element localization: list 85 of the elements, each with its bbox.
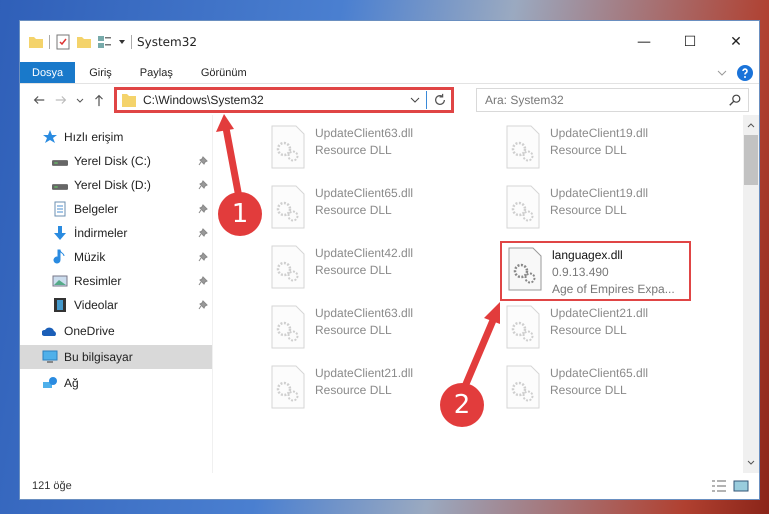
file-name: UpdateClient42.dll xyxy=(315,245,414,262)
sidebar-item[interactable]: Resimler xyxy=(20,269,212,293)
file-detail: Age of Empires Expa... xyxy=(552,281,675,298)
ribbon-tab[interactable]: Dosya xyxy=(20,62,76,83)
drive-icon xyxy=(52,160,68,166)
file-name: UpdateClient63.dll xyxy=(315,125,414,142)
ribbon-tab[interactable]: Görünüm xyxy=(186,62,261,83)
gear-file-icon xyxy=(271,365,305,409)
help-icon[interactable] xyxy=(737,64,753,80)
dropdown-caret-icon[interactable] xyxy=(118,38,126,46)
gear-file-icon xyxy=(271,185,305,229)
file-name: languagex.dll xyxy=(552,247,624,264)
pin-icon[interactable] xyxy=(198,180,208,190)
sidebar-item[interactable]: Videolar xyxy=(20,293,212,317)
file-name: UpdateClient21.dll xyxy=(315,365,414,382)
file-name: UpdateClient63.dll xyxy=(315,305,414,322)
folder-icon xyxy=(121,92,137,108)
file-detail: Resource DLL xyxy=(315,262,393,279)
file-name: UpdateClient19.dll xyxy=(550,125,648,142)
file-detail: Resource DLL xyxy=(550,382,628,399)
file-name: UpdateClient21.dll xyxy=(550,305,648,322)
scroll-down-icon[interactable] xyxy=(747,459,755,467)
sidebar-item[interactable]: Yerel Disk (D:) xyxy=(20,173,212,197)
gear-file-icon xyxy=(506,305,540,349)
gear-file-icon xyxy=(271,125,305,169)
window-title: System32 xyxy=(137,34,198,48)
gear-file-icon xyxy=(506,185,540,229)
ribbon-tab[interactable]: Paylaş xyxy=(126,62,187,83)
minimize-button[interactable]: — xyxy=(621,21,667,62)
sidebar-item[interactable]: Belgeler xyxy=(20,197,212,221)
pin-icon[interactable] xyxy=(198,228,208,238)
sidebar-item[interactable]: Bu bilgisayar xyxy=(20,345,212,369)
pin-icon[interactable] xyxy=(198,252,208,262)
search-icon[interactable] xyxy=(728,92,742,106)
gear-file-icon xyxy=(508,247,542,291)
star-icon xyxy=(42,129,58,145)
gear-file-icon xyxy=(506,365,540,409)
gear-file-icon xyxy=(506,125,540,169)
scrollbar-thumb[interactable] xyxy=(744,135,758,185)
file-detail: Resource DLL xyxy=(315,382,393,399)
file-detail: 0.9.13.490 xyxy=(552,264,610,281)
pin-icon[interactable] xyxy=(198,276,208,286)
close-button[interactable]: ✕ xyxy=(713,21,759,62)
file-name: UpdateClient65.dll xyxy=(315,185,414,202)
file-detail: Resource DLL xyxy=(550,322,628,339)
computer-icon xyxy=(42,349,58,365)
pin-icon[interactable] xyxy=(198,156,208,166)
sidebar-item[interactable]: OneDrive xyxy=(20,319,212,343)
pin-icon[interactable] xyxy=(198,300,208,310)
scroll-up-icon[interactable] xyxy=(747,121,755,129)
file-detail: Resource DLL xyxy=(315,322,393,339)
file-detail: Resource DLL xyxy=(315,142,393,159)
file-detail: Resource DLL xyxy=(550,142,628,159)
pin-icon[interactable] xyxy=(198,204,208,214)
picture-icon xyxy=(52,273,68,289)
sidebar-item[interactable]: Yerel Disk (C:) xyxy=(20,149,212,173)
file-name: UpdateClient65.dll xyxy=(550,365,648,382)
sidebar-item[interactable]: Müzik xyxy=(20,245,212,269)
up-arrow-icon[interactable] xyxy=(92,92,106,106)
gear-file-icon xyxy=(271,245,305,289)
recent-caret-icon[interactable] xyxy=(76,96,84,104)
tiles-view-icon[interactable] xyxy=(733,478,749,494)
drive-icon xyxy=(52,184,68,190)
file-detail: Resource DLL xyxy=(550,202,628,219)
sidebar-item[interactable]: Hızlı erişim xyxy=(20,125,212,149)
ribbon-tab[interactable]: Giriş xyxy=(75,62,126,83)
gear-file-icon xyxy=(271,305,305,349)
sidebar-item[interactable]: Ağ xyxy=(20,371,212,395)
search-box[interactable]: Ara: System32 xyxy=(476,88,749,112)
view-list-icon[interactable] xyxy=(97,34,113,50)
refresh-icon[interactable] xyxy=(433,92,447,106)
maximize-button[interactable]: ☐ xyxy=(667,21,713,62)
file-detail: Resource DLL xyxy=(315,202,393,219)
properties-icon[interactable] xyxy=(55,34,71,50)
address-bar[interactable]: C:\Windows\System32 xyxy=(114,86,454,112)
download-icon xyxy=(52,225,68,241)
scrollbar[interactable] xyxy=(743,115,759,473)
item-count: 121 öğe xyxy=(32,480,72,492)
document-icon xyxy=(52,201,68,217)
video-icon xyxy=(52,297,68,313)
file-name: UpdateClient19.dll xyxy=(550,185,648,202)
file-item[interactable]: languagex.dll 0.9.13.490 Age of Empires Expa... xyxy=(500,241,691,301)
details-view-icon[interactable] xyxy=(711,478,727,494)
chevron-down-icon[interactable] xyxy=(410,94,420,104)
sidebar-item[interactable]: İndirmeler xyxy=(20,221,212,245)
